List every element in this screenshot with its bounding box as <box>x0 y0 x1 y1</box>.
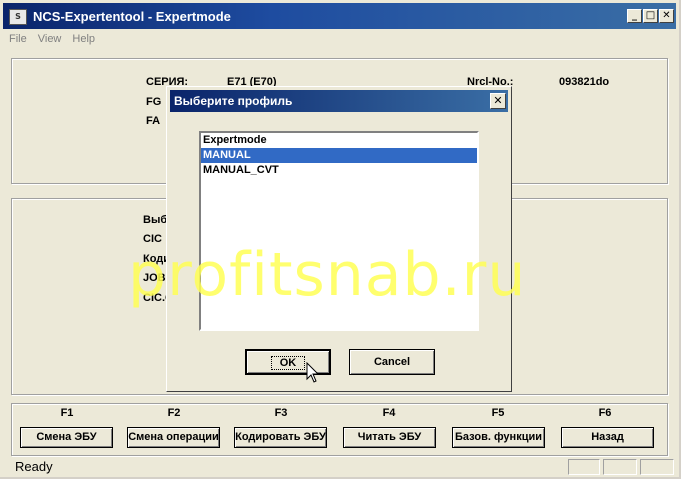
change-ecu-button[interactable]: Смена ЭБУ <box>20 427 113 448</box>
cancel-button[interactable]: Cancel <box>349 349 435 375</box>
close-button[interactable]: ✕ <box>659 9 674 23</box>
dialog-close-icon[interactable]: ✕ <box>490 93 506 109</box>
menu-help[interactable]: Help <box>66 30 100 45</box>
status-cell <box>640 459 674 475</box>
status-text: Ready <box>15 459 53 474</box>
profile-item-manual[interactable]: MANUAL <box>201 148 477 163</box>
minimize-button[interactable]: _ <box>627 9 642 23</box>
fg-label: FG <box>146 96 162 108</box>
watermark: profitsnab.ru <box>128 240 527 310</box>
fkey-f6-label: F6 <box>598 407 612 419</box>
app-icon: S <box>9 9 27 25</box>
status-cell <box>603 459 637 475</box>
fkey-f3-label: F3 <box>274 407 288 419</box>
title-bar[interactable]: S NCS-Expertentool - Expertmode _ □ ✕ <box>3 3 676 29</box>
fkey-f2-label: F2 <box>167 407 181 419</box>
dialog-title: Выберите профиль <box>174 94 293 108</box>
status-cell <box>568 459 600 475</box>
basic-functions-button[interactable]: Базов. функции <box>452 427 545 448</box>
profile-item-manual-cvt[interactable]: MANUAL_CVT <box>201 163 477 178</box>
fkey-f5-label: F5 <box>491 407 505 419</box>
fa-label: FA <box>146 115 161 127</box>
dialog-title-bar[interactable]: Выберите профиль ✕ <box>170 90 508 112</box>
window-title: NCS-Expertentool - Expertmode <box>33 9 231 24</box>
nrcl-value: 093821do <box>559 76 610 88</box>
back-button[interactable]: Назад <box>561 427 654 448</box>
maximize-button[interactable]: □ <box>643 9 658 23</box>
read-ecu-button[interactable]: Читать ЭБУ <box>343 427 436 448</box>
fkey-f1-label: F1 <box>60 407 74 419</box>
menu-file[interactable]: File <box>3 30 32 45</box>
profile-dialog: Выберите профиль ✕ Expertmode MANUAL MAN… <box>166 86 512 392</box>
fkey-f4-label: F4 <box>382 407 396 419</box>
profile-item-expertmode[interactable]: Expertmode <box>201 133 477 148</box>
mouse-cursor-icon <box>306 362 320 383</box>
ok-button-label: OK <box>270 356 306 370</box>
change-operation-button[interactable]: Смена операции <box>127 427 220 448</box>
menu-view[interactable]: View <box>32 30 67 45</box>
code-ecu-button[interactable]: Кодировать ЭБУ <box>234 427 327 448</box>
status-bar: Ready <box>3 457 676 476</box>
menu-bar: File View Help <box>3 30 676 49</box>
